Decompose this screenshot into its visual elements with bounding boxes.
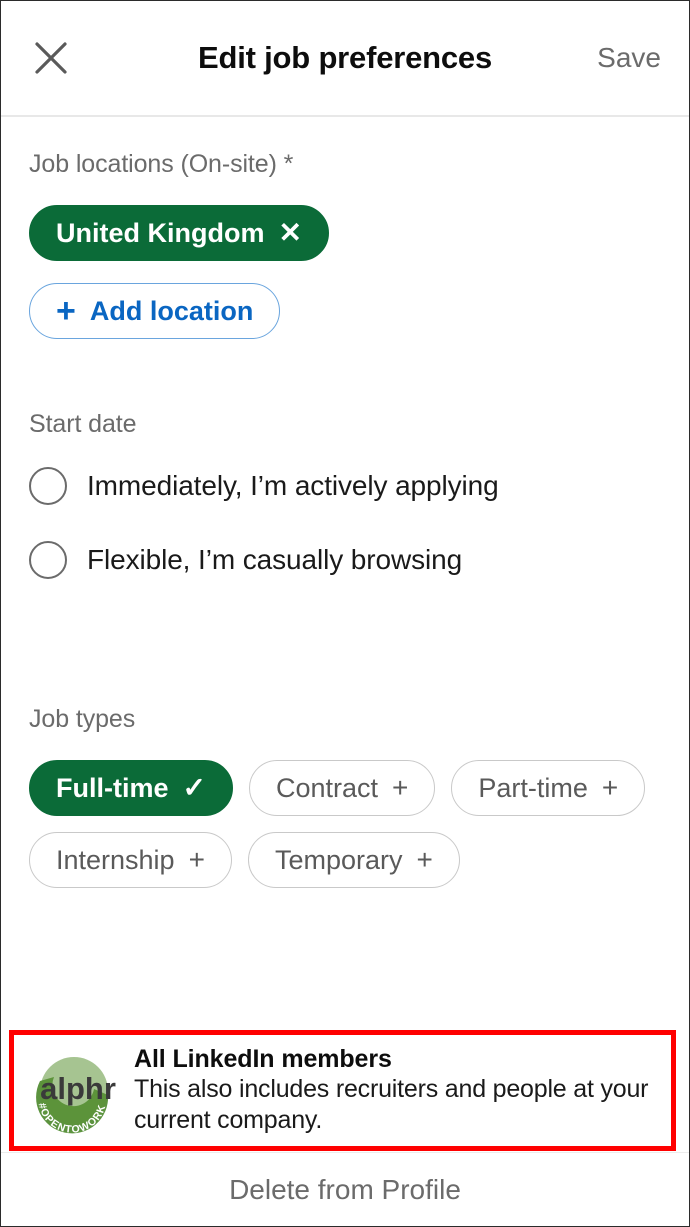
job-locations-label: Job locations (On-site) * <box>29 150 294 178</box>
add-location-label: Add location <box>89 295 254 326</box>
add-location-row: + Add location <box>29 283 661 339</box>
remove-icon[interactable]: ✕ <box>278 219 301 247</box>
highlight-text-block: All LinkedIn members This also includes … <box>134 1045 657 1136</box>
highlight-body: This also includes recruiters and people… <box>134 1074 649 1134</box>
chip-label: Full-time <box>56 772 169 803</box>
close-icon <box>31 38 71 78</box>
plus-icon: + <box>392 772 409 803</box>
screen-footer: Delete from Profile <box>1 1152 689 1226</box>
radio-circle-icon[interactable] <box>29 467 67 505</box>
radio-label: Immediately, I’m actively applying <box>87 470 499 501</box>
form-content: Job locations (On-site) * United Kingdom… <box>1 150 689 888</box>
radio-label: Flexible, I’m casually browsing <box>87 544 463 575</box>
job-locations-chip-row: United Kingdom ✕ <box>29 205 661 261</box>
job-types-section: Job types Full-time ✓ Contract + Part-ti… <box>29 705 661 888</box>
chip-label: Part-time <box>478 772 588 803</box>
start-date-label: Start date <box>29 410 137 438</box>
chip-contract[interactable]: Contract + <box>248 760 436 816</box>
close-button[interactable] <box>23 30 79 86</box>
chip-part-time[interactable]: Part-time + <box>451 760 646 816</box>
highlight-callout: alphr #OPENTOWORK All LinkedIn members T… <box>9 1030 676 1151</box>
delete-from-profile-button[interactable]: Delete from Profile <box>229 1174 461 1206</box>
svg-text:alphr: alphr <box>40 1071 116 1106</box>
save-button[interactable]: Save <box>597 42 661 74</box>
job-types-chip-row: Full-time ✓ Contract + Part-time + Inter… <box>29 760 661 888</box>
chip-temporary[interactable]: Temporary + <box>247 832 460 888</box>
add-location-button[interactable]: + Add location <box>29 283 281 339</box>
chip-united-kingdom[interactable]: United Kingdom ✕ <box>29 205 329 261</box>
chip-label: Temporary <box>274 844 403 875</box>
radio-circle-icon[interactable] <box>29 541 67 579</box>
radio-immediately[interactable]: Immediately, I’m actively applying <box>29 467 661 505</box>
radio-flexible[interactable]: Flexible, I’m casually browsing <box>29 541 661 579</box>
chip-full-time[interactable]: Full-time ✓ <box>29 760 233 816</box>
chip-label: United Kingdom <box>56 217 265 248</box>
plus-icon: + <box>56 292 76 330</box>
chip-internship[interactable]: Internship + <box>29 832 232 888</box>
job-locations-section: Job locations (On-site) * United Kingdom… <box>29 150 661 339</box>
check-icon: ✓ <box>182 772 206 803</box>
start-date-section: Start date Immediately, I’m actively app… <box>29 410 661 579</box>
job-types-label: Job types <box>29 705 136 733</box>
highlight-title: All LinkedIn members <box>134 1044 392 1073</box>
chip-label: Contract <box>275 772 379 803</box>
edit-job-preferences-screen: Edit job preferences Save Job locations … <box>0 0 690 1227</box>
plus-icon: + <box>601 772 619 803</box>
chip-label: Internship <box>56 844 175 875</box>
plus-icon: + <box>416 844 433 875</box>
alphr-watermark-logo: alphr #OPENTOWORK <box>28 1043 128 1138</box>
page-title: Edit job preferences <box>197 40 493 75</box>
screen-header: Edit job preferences Save <box>1 1 689 117</box>
plus-icon: + <box>188 844 205 875</box>
